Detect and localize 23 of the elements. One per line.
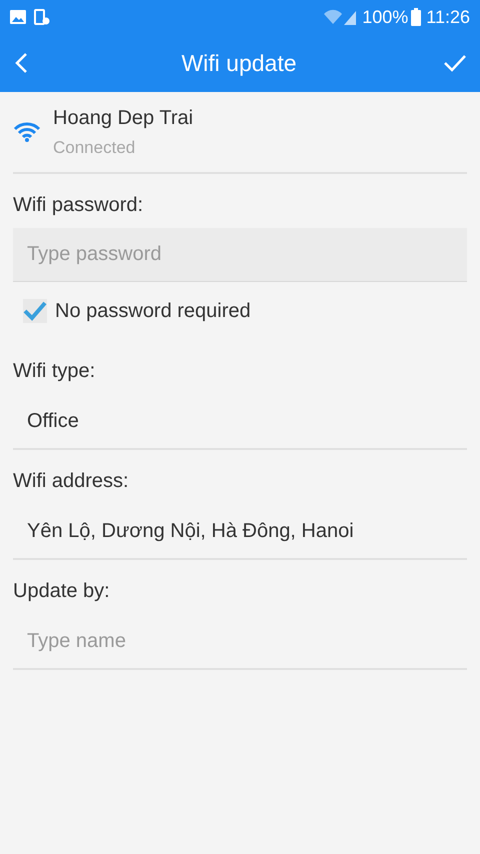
wifi-icon — [13, 122, 41, 142]
field-label: Wifi type: — [13, 359, 96, 384]
image-icon — [10, 10, 26, 24]
text-field[interactable]: Yên Lộ, Dương Nội, Hà Đông, Hanoi — [13, 504, 467, 560]
wifi-signal-icon — [322, 8, 358, 26]
checkbox[interactable] — [23, 299, 47, 323]
phone-icon — [34, 9, 50, 25]
battery-icon — [411, 8, 422, 26]
field-label: Wifi password: — [13, 193, 144, 218]
back-icon — [14, 52, 28, 74]
network-name: Hoang Dep Trai — [53, 106, 194, 132]
screen-title: Wifi update — [180, 48, 298, 78]
clock: 11:26 — [426, 6, 470, 28]
checkmark-icon — [23, 301, 47, 321]
connection-status: Connected — [53, 137, 136, 160]
text-field[interactable]: Type name — [13, 614, 467, 670]
check-icon — [444, 54, 466, 72]
battery-percent: 100% — [362, 6, 408, 28]
checkbox-label: No password required — [55, 299, 251, 324]
field-label: Wifi address: — [13, 469, 130, 494]
field-label: Update by: — [13, 579, 111, 604]
text-field[interactable]: Office — [13, 394, 467, 450]
text-field[interactable]: Type password — [13, 228, 467, 282]
